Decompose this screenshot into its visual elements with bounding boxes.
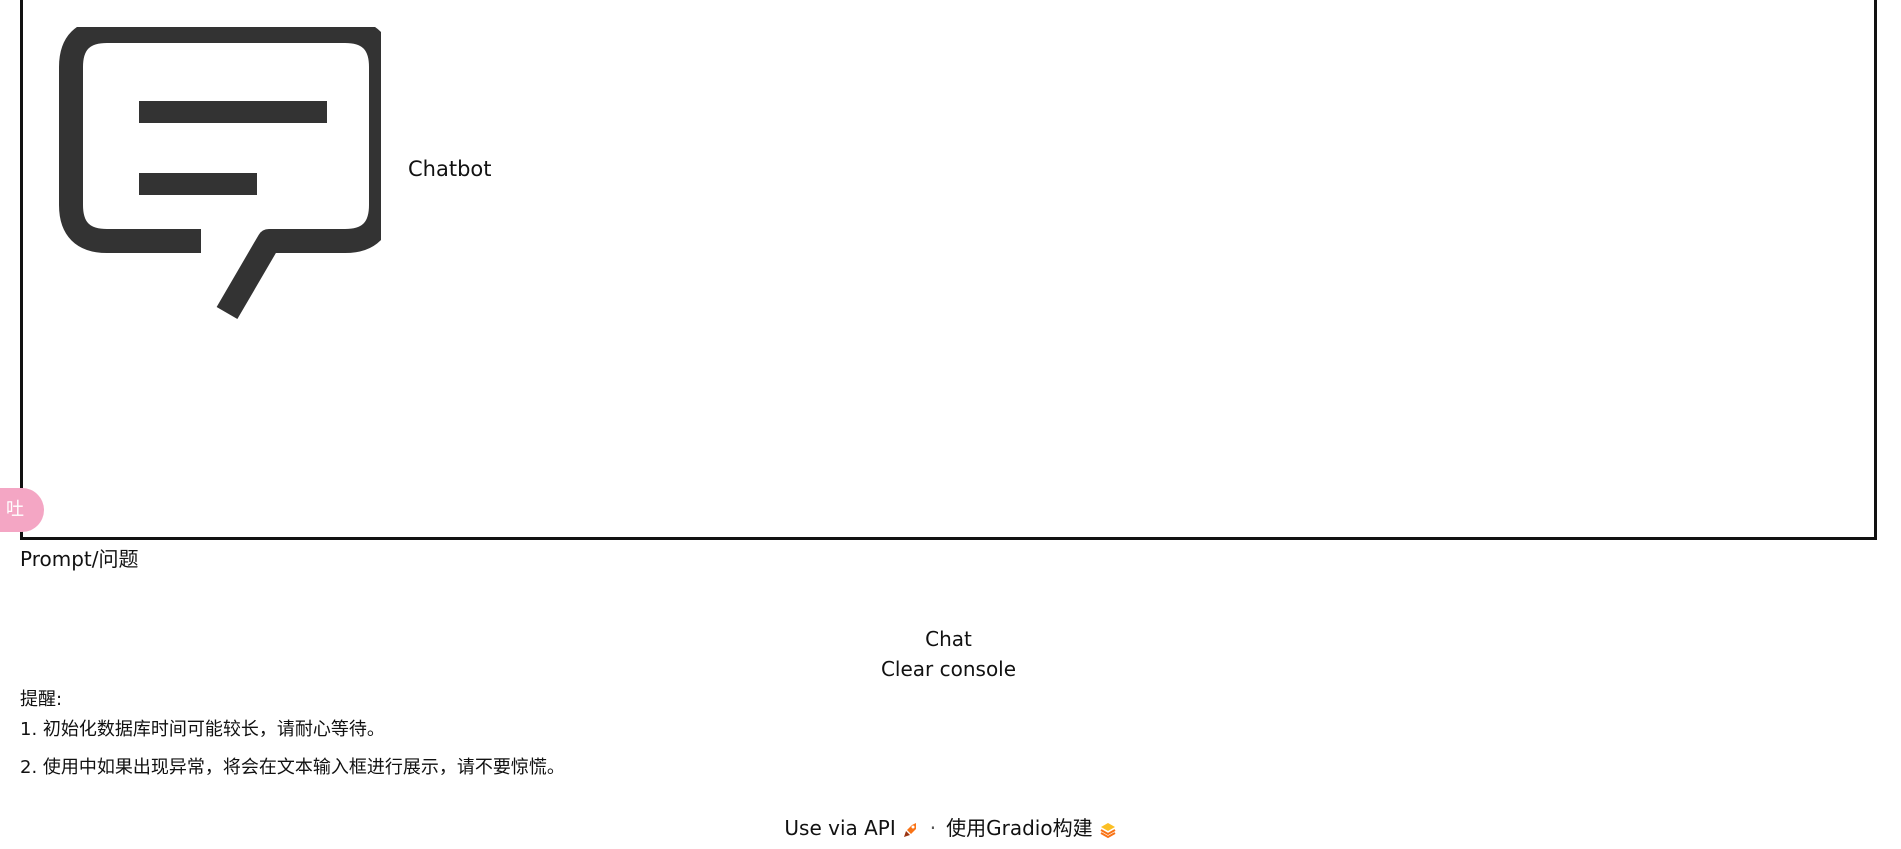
built-with-gradio-link[interactable]: 使用Gradio构建 xyxy=(946,816,1116,840)
note-item: 2. 使用中如果出现异常，将会在文本输入框进行展示，请不要惊慌。 xyxy=(20,757,565,778)
chatbot-label: Chatbot xyxy=(408,157,492,181)
footer: Use via API · 使用Gradio构建 xyxy=(0,815,1901,841)
note-item: 1. 初始化数据库时间可能较长，请耐心等待。 xyxy=(20,719,385,740)
built-with-gradio-label: 使用Gradio构建 xyxy=(946,816,1093,840)
notes-title: 提醒: xyxy=(20,689,63,710)
notes: 提醒: 1. 初始化数据库时间可能较长，请耐心等待。 2. 使用中如果出现异常，… xyxy=(20,687,565,781)
chat-button[interactable]: Chat xyxy=(20,626,1877,652)
clear-console-button[interactable]: Clear console xyxy=(20,656,1877,682)
footer-separator: · xyxy=(929,816,937,840)
use-via-api-link[interactable]: Use via API xyxy=(784,816,919,840)
floating-badge[interactable]: 吐 xyxy=(0,488,44,532)
prompt-label: Prompt/问题 xyxy=(20,547,139,571)
chatbot-panel: Chatbot xyxy=(20,0,1877,540)
chat-bubble-icon xyxy=(59,27,381,320)
rocket-icon xyxy=(903,822,916,837)
gradio-logo-icon xyxy=(1100,822,1116,838)
use-via-api-label: Use via API xyxy=(784,816,896,840)
